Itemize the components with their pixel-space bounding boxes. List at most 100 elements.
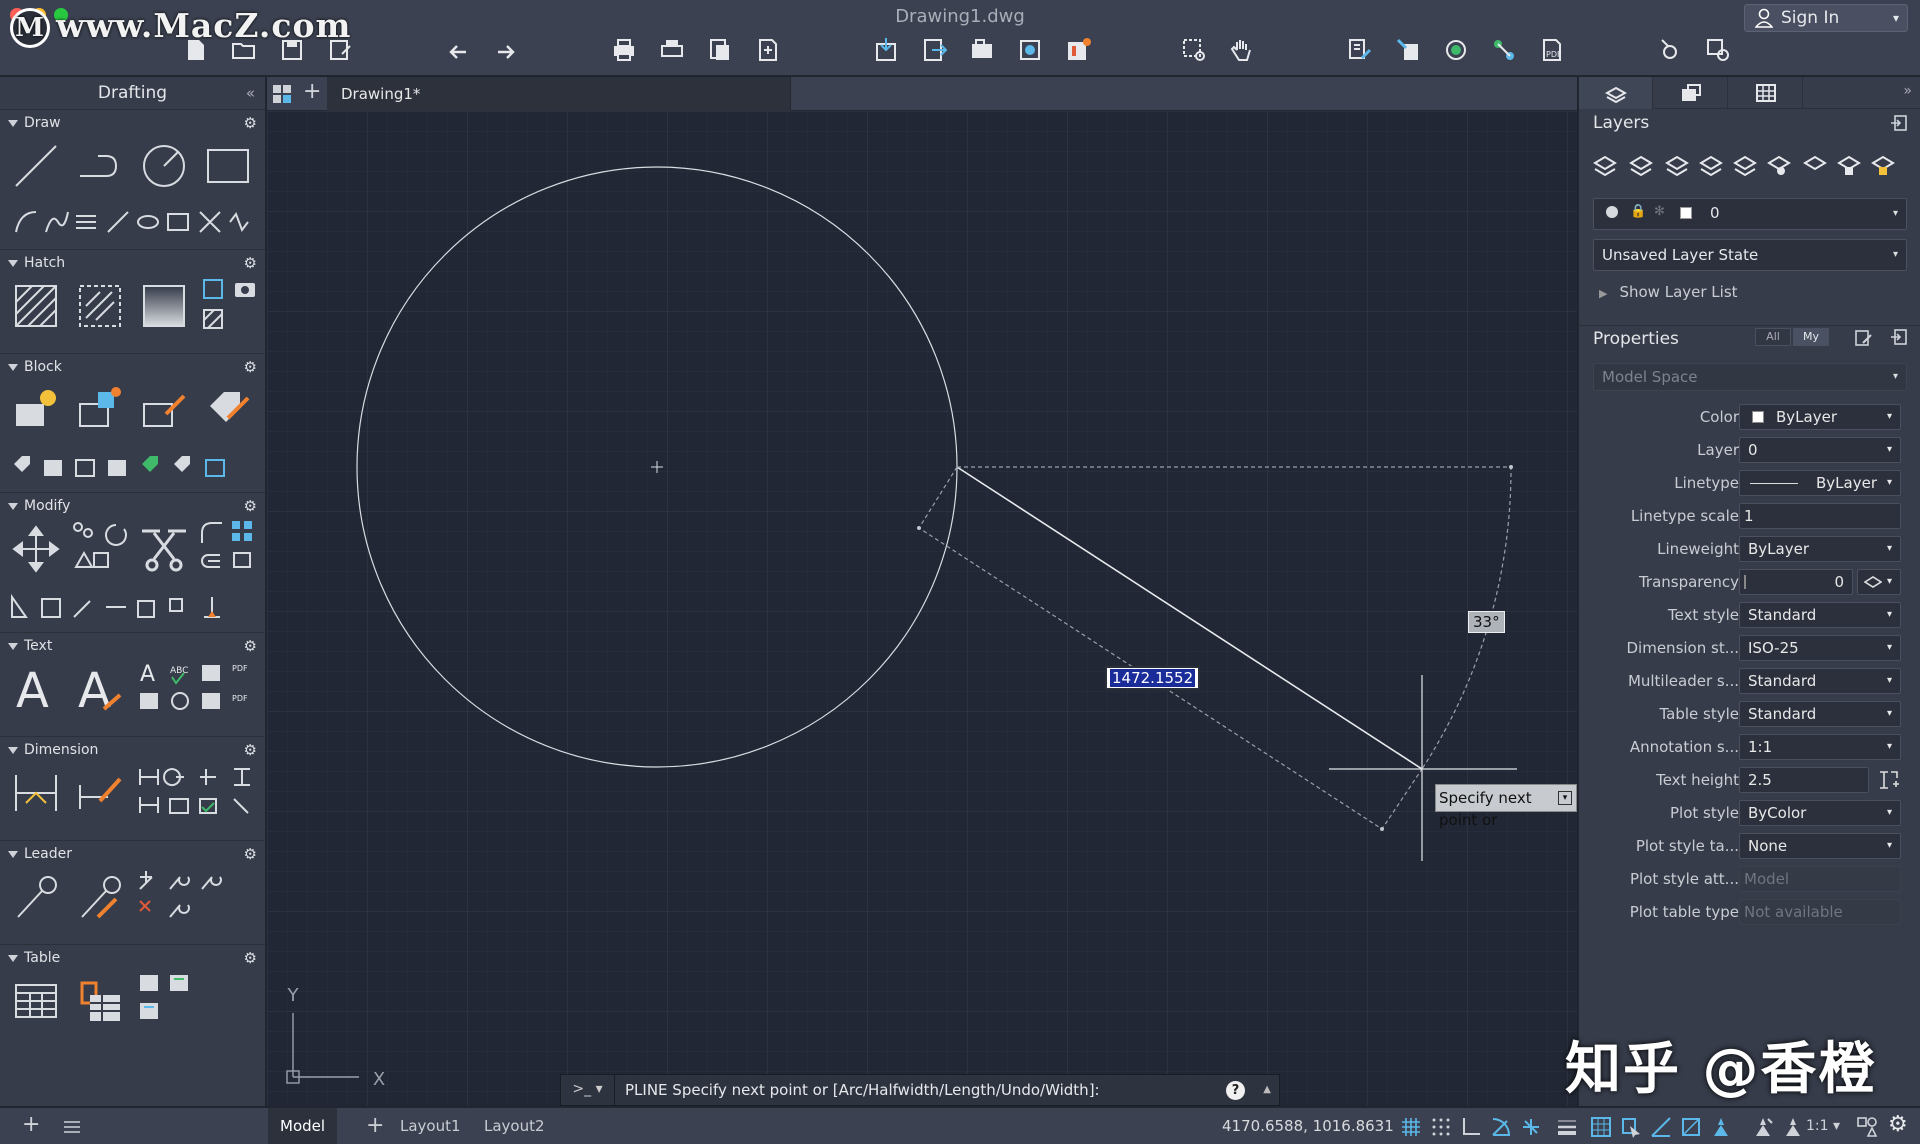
collapse-inspector-button[interactable]: » [1903,83,1912,99]
data-link-icon[interactable] [1064,36,1092,64]
space-dropdown[interactable]: Model Space ▾ [1593,363,1907,391]
circle-tool-icon[interactable] [140,142,188,190]
insert-block-icon[interactable] [1394,36,1422,64]
tab-layout2[interactable]: Layout2 [472,1108,557,1144]
filter-my-button[interactable]: My [1793,328,1829,346]
layer-state-dropdown[interactable]: Unsaved Layer State ▾ [1593,239,1907,271]
grid-view-icon[interactable] [271,83,293,105]
popout-icon[interactable] [1889,327,1909,347]
auto-scale-icon[interactable] [1752,1116,1774,1138]
text-section-header[interactable]: Text ⚙ [0,633,265,659]
page-setup-icon[interactable] [706,36,734,64]
tab-blocks[interactable] [1654,77,1728,109]
dimension-small-tools-icon[interactable] [136,763,258,823]
single-line-text-icon[interactable]: A [76,665,124,713]
add-icon[interactable]: + [22,1112,40,1137]
save-icon[interactable] [278,36,306,64]
show-layer-list-toggle[interactable]: ▶ Show Layer List [1599,283,1738,301]
text-small-tools-icon[interactable]: A ABC PDF PDF [136,659,258,719]
utilities-icon[interactable] [1704,36,1732,64]
gear-icon[interactable]: ⚙ [244,945,257,971]
new-file-icon[interactable] [182,36,210,64]
gear-icon[interactable]: ⚙ [244,633,257,659]
boundary-hatch-icon[interactable] [76,282,124,330]
print-icon[interactable] [610,36,638,64]
prop-lineweight-dropdown[interactable]: ByLayer ▾ [1739,536,1901,562]
block-section-header[interactable]: Block ⚙ [0,354,265,380]
linear-dimension-icon[interactable] [76,769,124,817]
prop-text-style-dropdown[interactable]: Standard ▾ [1739,602,1901,628]
dimension-tool-icon[interactable] [12,769,60,817]
prop-annotation-scale-dropdown[interactable]: 1:1 ▾ [1739,734,1901,760]
annotative-icon[interactable] [1877,768,1901,792]
prop-layer-dropdown[interactable]: 0 ▾ [1739,437,1901,463]
data-extraction-icon[interactable] [76,977,124,1025]
prop-dimension-style-dropdown[interactable]: ISO-25 ▾ [1739,635,1901,661]
table-small-tools-icon[interactable] [136,971,196,1031]
gear-icon[interactable]: ⚙ [1888,1112,1908,1137]
create-block-icon[interactable] [12,386,60,434]
dynamic-ucs-icon[interactable] [1680,1116,1702,1138]
block-editor-icon[interactable] [1346,36,1374,64]
prop-linetype-dropdown[interactable]: ByLayer ▾ [1739,470,1901,496]
edit-leader-icon[interactable] [76,873,124,921]
pan-hand-icon[interactable] [1228,36,1256,64]
gradient-tool-icon[interactable] [140,282,188,330]
tab-properties[interactable] [1729,77,1803,109]
prop-table-style-dropdown[interactable]: Standard ▾ [1739,701,1901,727]
popout-icon[interactable] [1889,113,1909,133]
draw-small-tools-icon[interactable] [12,206,252,236]
line-tool-icon[interactable] [12,142,60,190]
attach-pdf-icon[interactable]: PDF [1538,36,1566,64]
attach-icon[interactable] [968,36,996,64]
block-small-tools-icon[interactable] [10,454,230,482]
open-folder-icon[interactable] [230,36,258,64]
redo-icon[interactable] [492,36,520,64]
boundary-icon[interactable] [200,276,226,302]
polar-tracking-icon[interactable] [1490,1116,1512,1138]
modify-small-tools-icon[interactable] [8,593,230,621]
polyline-tool-icon[interactable] [76,142,124,190]
prop-transparency-slider[interactable]: 0 [1739,569,1853,595]
xref-icon[interactable] [1442,36,1470,64]
prop-linetype-scale-input[interactable]: 1 [1739,503,1901,529]
isometric-drafting-icon[interactable] [1520,1116,1542,1138]
workspace-icon[interactable] [1856,1116,1878,1138]
edit-block-icon[interactable] [140,386,188,434]
new-tab-button[interactable]: + [303,79,321,104]
collapse-palette-button[interactable]: « [246,77,255,109]
transparency-mode-dropdown[interactable]: ▾ [1857,569,1901,595]
gear-icon[interactable]: ⚙ [244,110,257,136]
draw-section-header[interactable]: Draw ⚙ [0,110,265,136]
command-line[interactable]: >_ ▾ PLINE Specify next point or [Arc/Ha… [560,1074,1280,1106]
multiline-text-icon[interactable]: A [12,665,60,713]
annotation-scale-dropdown[interactable]: 1:1 ▾ [1806,1108,1840,1144]
define-attributes-icon[interactable] [204,386,252,434]
command-history-button[interactable]: >_ ▾ [561,1075,615,1105]
settings-tools-icon[interactable] [1656,36,1684,64]
copy-rotate-icons[interactable] [72,519,132,579]
export-icon[interactable] [920,36,948,64]
share-icon[interactable] [1016,36,1044,64]
quick-select-icon[interactable] [1853,327,1875,349]
prop-color-dropdown[interactable]: ByLayer ▾ [1739,404,1901,430]
layer-tools-icon[interactable] [1591,149,1901,177]
table-section-header[interactable]: Table ⚙ [0,945,265,971]
multileader-icon[interactable] [12,873,60,921]
gear-icon[interactable]: ⚙ [244,250,257,276]
hatch-section-header[interactable]: Hatch ⚙ [0,250,265,276]
list-menu-icon[interactable] [62,1120,82,1134]
tab-layout1[interactable]: Layout1 [388,1108,473,1144]
prop-text-height-input[interactable]: 2.5 [1739,767,1869,793]
snap-mode-icon[interactable] [1430,1116,1452,1138]
gear-icon[interactable]: ⚙ [244,493,257,519]
dynamic-length-input[interactable]: 1472.1552 [1105,666,1201,690]
lineweight-icon[interactable] [1556,1116,1578,1138]
grid-display-icon[interactable] [1400,1116,1422,1138]
tab-model[interactable]: Model [268,1108,338,1144]
batch-plot-icon[interactable] [658,36,686,64]
prop-plot-style-table-dropdown[interactable]: None ▾ [1739,833,1901,859]
network-icon[interactable] [1490,36,1518,64]
rectangle-tool-icon[interactable] [204,142,252,190]
camera-icon[interactable] [232,276,258,302]
